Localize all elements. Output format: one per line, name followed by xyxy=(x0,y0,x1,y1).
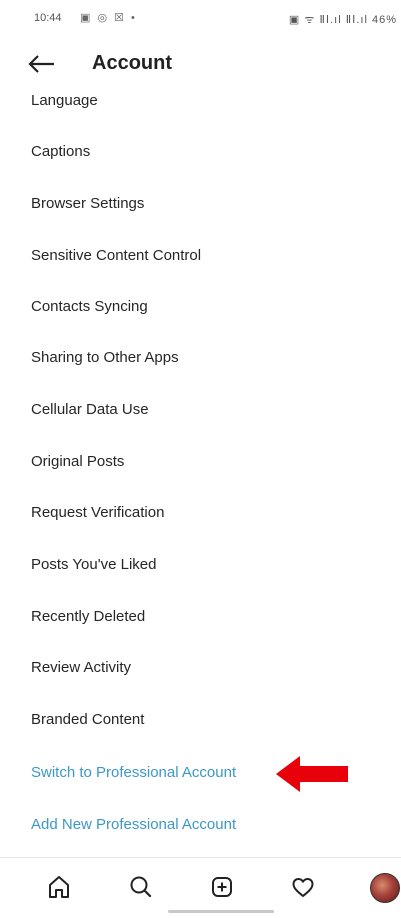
menu-item-posts-youve-liked[interactable]: Posts You've Liked xyxy=(31,550,156,580)
menu-item-cellular-data-use[interactable]: Cellular Data Use xyxy=(31,395,149,425)
menu-item-add-new-professional-account[interactable]: Add New Professional Account xyxy=(31,810,236,840)
menu-item-request-verification[interactable]: Request Verification xyxy=(31,498,164,528)
status-time: 10:44 xyxy=(34,12,62,24)
home-icon xyxy=(49,876,69,898)
menu-item-branded-content[interactable]: Branded Content xyxy=(31,705,144,735)
status-bar: 10:44 ▣ ◎ ☒ • ▣ ᯤ ⅡⅠ.ıl ⅡⅠ.ıl 46% xyxy=(0,0,401,36)
status-right-icons: ▣ ᯤ ⅡⅠ.ıl ⅡⅠ.ıl 46% xyxy=(288,14,397,26)
profile-avatar[interactable] xyxy=(370,873,400,903)
menu-item-review-activity[interactable]: Review Activity xyxy=(31,653,131,683)
menu-item-language[interactable]: Language xyxy=(31,86,98,116)
menu-item-recently-deleted[interactable]: Recently Deleted xyxy=(31,602,145,632)
menu-item-captions[interactable]: Captions xyxy=(31,137,90,167)
notification-icons: ▣ ◎ ☒ • xyxy=(80,12,137,24)
search-icon xyxy=(130,876,152,898)
create-tab[interactable] xyxy=(207,872,237,902)
header: Account xyxy=(0,44,401,84)
menu-item-contacts-syncing[interactable]: Contacts Syncing xyxy=(31,292,148,322)
menu-item-sharing-to-other-apps[interactable]: Sharing to Other Apps xyxy=(31,343,179,373)
red-annotation-arrow-icon xyxy=(276,756,348,792)
bottom-nav-divider xyxy=(0,857,401,858)
menu-item-original-posts[interactable]: Original Posts xyxy=(31,447,124,477)
home-tab[interactable] xyxy=(44,872,74,902)
menu-item-sensitive-content-control[interactable]: Sensitive Content Control xyxy=(31,241,201,271)
search-tab[interactable] xyxy=(126,872,156,902)
page-title: Account xyxy=(92,52,172,74)
menu-item-switch-to-professional-account[interactable]: Switch to Professional Account xyxy=(31,758,236,788)
menu-item-browser-settings[interactable]: Browser Settings xyxy=(31,189,144,219)
back-button[interactable] xyxy=(26,50,58,78)
create-post-icon xyxy=(212,877,232,897)
home-indicator xyxy=(168,910,274,913)
heart-icon xyxy=(292,878,314,897)
activity-tab[interactable] xyxy=(288,872,318,902)
back-arrow-icon xyxy=(28,55,54,73)
